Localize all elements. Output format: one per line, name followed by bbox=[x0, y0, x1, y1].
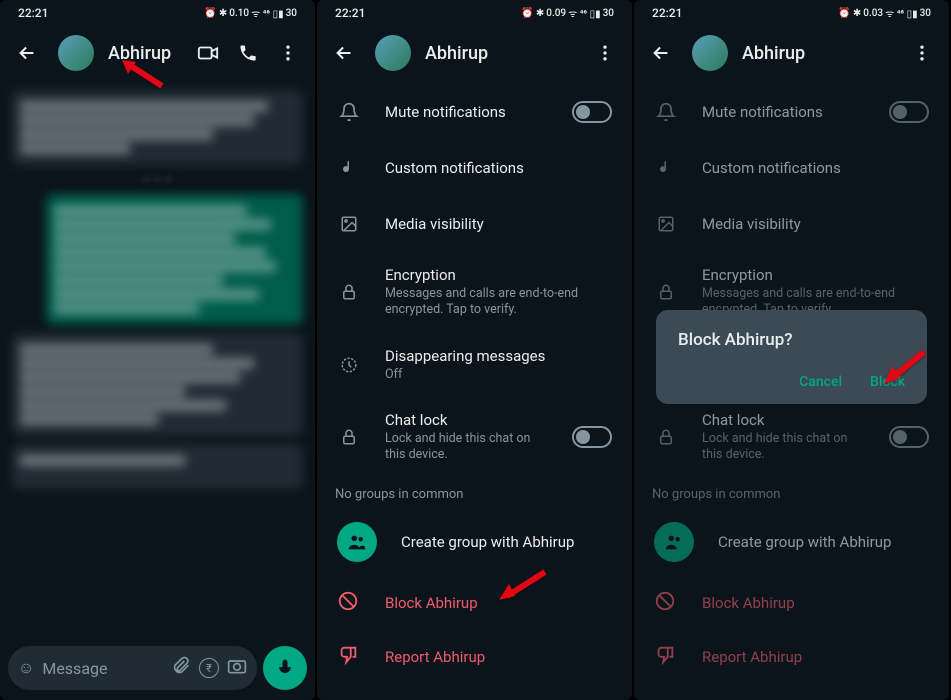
back-button[interactable] bbox=[644, 36, 678, 70]
settings-list: Mute notifications Custom notifications … bbox=[317, 80, 632, 688]
info-header: Abhirup bbox=[317, 26, 632, 80]
message-incoming[interactable] bbox=[12, 90, 303, 165]
dialog-title: Block Abhirup? bbox=[678, 330, 905, 350]
more-menu-button[interactable] bbox=[271, 36, 305, 70]
status-indicators: ⏰ ✱ 0.09 ᯤ ⁴⁶ ▯▮ 30 bbox=[521, 6, 614, 20]
input-bar: ☺ Message ₹ bbox=[8, 646, 307, 690]
video-call-button[interactable] bbox=[191, 36, 225, 70]
media-visibility-row: Media visibility bbox=[634, 196, 949, 252]
media-visibility-row[interactable]: Media visibility bbox=[317, 196, 632, 252]
annotation-arrow bbox=[882, 348, 930, 392]
report-contact-row[interactable]: Report Abhirup bbox=[317, 630, 632, 684]
annotation-arrow bbox=[120, 58, 168, 96]
chat-lock-row: Chat lockLock and hide this chat on this… bbox=[634, 397, 949, 478]
more-menu-button[interactable] bbox=[588, 36, 622, 70]
custom-notifications-row[interactable]: Custom notifications bbox=[317, 140, 632, 196]
groups-section-label: No groups in common bbox=[317, 477, 632, 508]
bell-icon bbox=[337, 102, 361, 122]
attach-icon[interactable] bbox=[171, 656, 191, 680]
payment-icon[interactable]: ₹ bbox=[199, 658, 219, 678]
group-icon bbox=[654, 522, 694, 562]
bell-icon bbox=[654, 102, 678, 122]
create-group-row: Create group with Abhirup bbox=[634, 508, 949, 576]
contact-name: Abhirup bbox=[425, 43, 574, 64]
chat-lock-row[interactable]: Chat lockLock and hide this chat on this… bbox=[317, 397, 632, 478]
info-header: Abhirup bbox=[634, 26, 949, 80]
avatar[interactable] bbox=[692, 35, 728, 71]
back-button[interactable] bbox=[327, 36, 361, 70]
back-button[interactable] bbox=[10, 36, 44, 70]
message-incoming[interactable] bbox=[12, 444, 303, 489]
block-icon bbox=[337, 590, 361, 616]
mute-notifications-row[interactable]: Mute notifications bbox=[317, 84, 632, 140]
date-divider: — — — bbox=[12, 173, 303, 186]
thumbs-down-icon bbox=[654, 644, 678, 670]
status-bar: 22:21 ⏰ ✱ 0.10 ᯤ ⁴⁶ ▯▮ 30 bbox=[0, 0, 315, 26]
chat-screen: 22:21 ⏰ ✱ 0.10 ᯤ ⁴⁶ ▯▮ 30 Abhirup — — — … bbox=[0, 0, 315, 700]
status-time: 22:21 bbox=[652, 6, 682, 20]
voice-call-button[interactable] bbox=[231, 36, 265, 70]
message-incoming[interactable] bbox=[12, 333, 303, 436]
chat-messages[interactable]: — — — bbox=[0, 80, 315, 640]
message-input-box[interactable]: ☺ Message ₹ bbox=[8, 646, 257, 690]
message-outgoing[interactable] bbox=[46, 194, 303, 325]
thumbs-down-icon bbox=[337, 644, 361, 670]
groups-section-label: No groups in common bbox=[634, 477, 949, 508]
mute-toggle[interactable] bbox=[572, 101, 612, 123]
mic-button[interactable] bbox=[263, 646, 307, 690]
encryption-row[interactable]: EncryptionMessages and calls are end-to-… bbox=[317, 252, 632, 333]
avatar[interactable] bbox=[58, 35, 94, 71]
avatar[interactable] bbox=[375, 35, 411, 71]
disappearing-messages-row[interactable]: Disappearing messagesOff bbox=[317, 333, 632, 397]
status-time: 22:21 bbox=[335, 6, 365, 20]
status-bar: 22:21 ⏰ ✱ 0.09 ᯤ ⁴⁶ ▯▮ 30 bbox=[317, 0, 632, 26]
status-indicators: ⏰ ✱ 0.10 ᯤ ⁴⁶ ▯▮ 30 bbox=[204, 6, 297, 20]
image-icon bbox=[337, 215, 361, 233]
emoji-icon[interactable]: ☺ bbox=[18, 658, 34, 678]
timer-icon bbox=[337, 356, 361, 374]
message-input[interactable]: Message bbox=[42, 659, 163, 678]
contact-name: Abhirup bbox=[742, 43, 891, 64]
status-indicators: ⏰ ✱ 0.03 ᯤ ⁴⁶ ▯▮ 30 bbox=[838, 6, 931, 20]
lock-icon bbox=[654, 283, 678, 301]
chat-lock-toggle bbox=[889, 426, 929, 448]
annotation-arrow bbox=[497, 568, 551, 610]
chat-lock-icon bbox=[654, 428, 678, 446]
block-dialog-screen: 22:21 ⏰ ✱ 0.03 ᯤ ⁴⁶ ▯▮ 30 Abhirup Mute n… bbox=[634, 0, 949, 700]
block-contact-row[interactable]: Block Abhirup bbox=[317, 576, 632, 630]
camera-icon[interactable] bbox=[227, 656, 247, 680]
mute-notifications-row: Mute notifications bbox=[634, 84, 949, 140]
image-icon bbox=[654, 215, 678, 233]
chat-lock-icon bbox=[337, 428, 361, 446]
block-icon bbox=[654, 590, 678, 616]
report-contact-row: Report Abhirup bbox=[634, 630, 949, 684]
contact-info-screen: 22:21 ⏰ ✱ 0.09 ᯤ ⁴⁶ ▯▮ 30 Abhirup Mute n… bbox=[317, 0, 632, 700]
group-icon bbox=[337, 522, 377, 562]
lock-icon bbox=[337, 283, 361, 301]
mute-toggle bbox=[889, 101, 929, 123]
cancel-button[interactable]: Cancel bbox=[799, 374, 842, 390]
block-contact-row: Block Abhirup bbox=[634, 576, 949, 630]
more-menu-button[interactable] bbox=[905, 36, 939, 70]
status-time: 22:21 bbox=[18, 6, 48, 20]
chat-lock-toggle[interactable] bbox=[572, 426, 612, 448]
custom-notifications-row: Custom notifications bbox=[634, 140, 949, 196]
music-note-icon bbox=[654, 159, 678, 177]
create-group-row[interactable]: Create group with Abhirup bbox=[317, 508, 632, 576]
status-bar: 22:21 ⏰ ✱ 0.03 ᯤ ⁴⁶ ▯▮ 30 bbox=[634, 0, 949, 26]
music-note-icon bbox=[337, 159, 361, 177]
